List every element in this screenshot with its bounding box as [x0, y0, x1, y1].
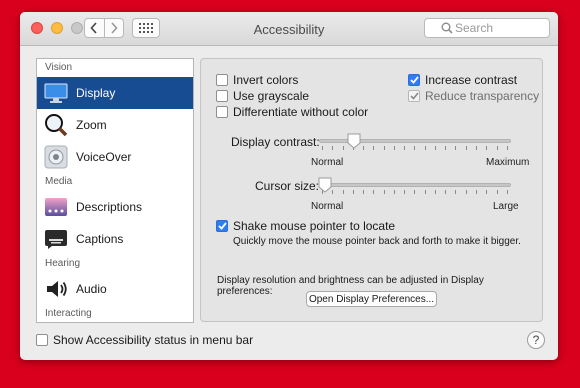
search-icon [441, 22, 453, 34]
sidebar-item-label: Captions [76, 232, 124, 246]
shake-pointer-description: Quickly move the mouse pointer back and … [233, 236, 521, 247]
sidebar-item-audio[interactable]: Audio [37, 273, 193, 305]
sidebar-item-label: Zoom [76, 118, 107, 132]
display-contrast-max-label: Maximum [486, 157, 530, 168]
checkbox-box [408, 90, 420, 102]
cursor-size-min-label: Normal [311, 201, 344, 212]
zoom-icon [44, 113, 68, 137]
use-grayscale-checkbox[interactable]: Use grayscale [216, 89, 309, 103]
checkbox-box [216, 74, 228, 86]
reduce-transparency-label: Reduce transparency [425, 89, 540, 103]
sidebar-item-descriptions[interactable]: Descriptions [37, 191, 193, 223]
cursor-size-slider-knob[interactable] [318, 177, 332, 193]
search-placeholder: Search [455, 21, 494, 35]
checkmark-icon [409, 76, 419, 84]
captions-icon [44, 227, 68, 251]
sidebar-item-captions[interactable]: Captions [37, 223, 193, 255]
display-contrast-min-label: Normal [311, 157, 344, 168]
voiceover-icon [44, 145, 68, 169]
sidebar-category-media: Media [45, 176, 73, 187]
open-display-preferences-button[interactable]: Open Display Preferences... [306, 291, 437, 307]
cursor-size-label: Cursor size: [255, 179, 320, 193]
checkbox-box [216, 90, 228, 102]
checkbox-box [408, 74, 420, 86]
invert-colors-label: Invert colors [233, 73, 299, 87]
sidebar-item-label: Display [76, 86, 116, 100]
help-button[interactable]: ? [527, 331, 545, 349]
show-status-label: Show Accessibility status in menu bar [53, 333, 254, 347]
shake-pointer-label: Shake mouse pointer to locate [233, 219, 396, 233]
sidebar-category-hearing: Hearing [45, 258, 81, 269]
checkmark-icon [217, 222, 227, 230]
cursor-size-slider[interactable] [319, 183, 511, 187]
differentiate-without-color-checkbox[interactable]: Differentiate without color [216, 105, 368, 119]
display-contrast-label: Display contrast: [231, 135, 320, 149]
cursor-size-ticks [322, 190, 508, 194]
sidebar-item-label: Descriptions [76, 200, 143, 214]
sidebar: Vision Display Zoom VoiceOver Media Desc… [36, 58, 194, 323]
checkbox-box [216, 220, 228, 232]
checkbox-box [216, 106, 228, 118]
invert-colors-checkbox[interactable]: Invert colors [216, 73, 298, 87]
search-field[interactable]: Search [424, 18, 550, 38]
sidebar-item-label: Audio [76, 282, 107, 296]
display-contrast-slider-knob[interactable] [347, 133, 361, 149]
display-settings-panel: Invert colors Use grayscale Differentiat… [200, 58, 543, 322]
sidebar-category-vision: Vision [45, 62, 73, 73]
sidebar-item-voiceover[interactable]: VoiceOver [37, 141, 193, 173]
increase-contrast-label: Increase contrast [425, 73, 518, 87]
sidebar-item-label: VoiceOver [76, 150, 132, 164]
use-grayscale-label: Use grayscale [233, 89, 310, 103]
checkmark-icon [409, 92, 419, 100]
accessibility-window: Accessibility Search Vision Display Zoom… [20, 12, 558, 360]
sidebar-item-display[interactable]: Display [37, 77, 193, 109]
title-bar: Accessibility Search [20, 12, 558, 46]
sidebar-category-interacting: Interacting [45, 308, 92, 319]
show-status-in-menu-bar-checkbox[interactable]: Show Accessibility status in menu bar [36, 333, 253, 347]
shake-pointer-checkbox[interactable]: Shake mouse pointer to locate [216, 219, 395, 233]
reduce-transparency-checkbox[interactable]: Reduce transparency [408, 89, 539, 103]
descriptions-icon [44, 195, 68, 219]
increase-contrast-checkbox[interactable]: Increase contrast [408, 73, 517, 87]
cursor-size-max-label: Large [493, 201, 519, 212]
checkbox-box [36, 334, 48, 346]
differentiate-label: Differentiate without color [233, 105, 369, 119]
display-icon [44, 81, 68, 105]
sidebar-item-zoom[interactable]: Zoom [37, 109, 193, 141]
audio-icon [44, 277, 68, 301]
